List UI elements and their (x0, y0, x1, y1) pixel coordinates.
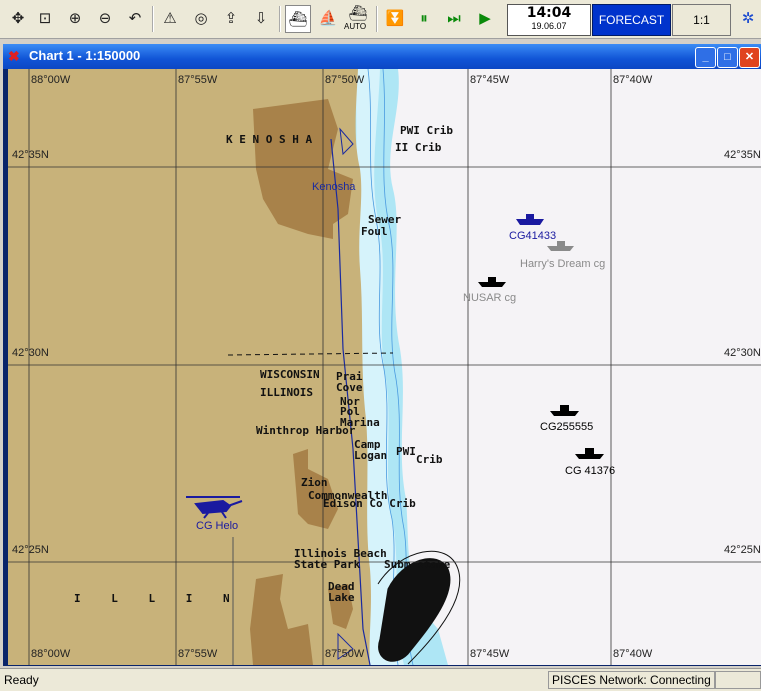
label-winthrop-harbor: Winthrop Harbor (256, 424, 356, 437)
forecast-button[interactable]: FORECAST (592, 4, 671, 36)
vessel-label: CG41433 (509, 230, 556, 242)
zoom-out-icon[interactable]: ⊖ (93, 5, 117, 31)
label-logan: Logan (354, 449, 387, 462)
nautical-chart[interactable]: 88°00W 88°00W 87°55W 87°55W 87°50W 87°50W 87°4… (8, 69, 761, 665)
close-button[interactable]: ✕ (739, 47, 760, 68)
label-wisconsin: WISCONSIN (260, 368, 320, 381)
status-ready: Ready (4, 673, 39, 687)
longitude-label-top: 87°45W (470, 74, 510, 86)
compass-icon[interactable]: ⚠ (158, 5, 182, 31)
main-toolbar: ✥ ⊡ ⊕ ⊖ ↶ ⚠ ◎ ⇪ ⇩ ⛴ ⛵ ⛴ AUTO ⏬ ⏸ ⏭ ▶ 14:… (0, 0, 761, 39)
longitude-label-top: 87°55W (178, 74, 218, 86)
label-subm-stake: Subm stake (384, 558, 451, 571)
clock-display[interactable]: 14:04 19.06.07 (507, 4, 591, 36)
label-zion: Zion (301, 476, 328, 489)
label-kenosha-port: Kenosha (312, 181, 356, 193)
label-pwi: PWI (396, 445, 416, 458)
latitude-label-left: 42°35N (12, 149, 49, 161)
pause-icon[interactable]: ⏸ (412, 5, 436, 31)
label-ii-crib: II Crib (395, 141, 442, 154)
label-cove: Cove (336, 381, 363, 394)
label-illin: I L L I N (74, 592, 242, 605)
label-lake: Lake (328, 591, 355, 604)
play-icon[interactable]: ▶ (473, 5, 497, 31)
auto-ship-icon[interactable]: ⛴ (346, 3, 370, 23)
status-bar: Ready PISCES Network: Connecting (0, 668, 761, 691)
longitude-label-bottom: 88°00W (31, 648, 71, 660)
longitude-label-top: 87°50W (325, 74, 365, 86)
zoom-in-icon[interactable]: ⊕ (63, 5, 87, 31)
drop-icon[interactable]: ⏬ (383, 5, 407, 31)
clock-date: 19.06.07 (531, 21, 567, 31)
longitude-label-top: 88°00W (31, 74, 71, 86)
clock-time: 14:04 (526, 5, 572, 21)
latitude-label-right: 42°25N (724, 544, 761, 556)
chart-window: ✖ Chart 1 - 1:150000 _ □ ✕ 88°00W 88°00W… (3, 44, 761, 666)
longitude-label-top: 87°40W (613, 74, 653, 86)
vessel-label: CG 41376 (565, 465, 615, 477)
window-titlebar[interactable]: ✖ Chart 1 - 1:150000 _ □ ✕ (3, 44, 761, 69)
label-pwi-crib: PWI Crib (400, 124, 453, 137)
move-icon[interactable]: ✥ (6, 5, 30, 31)
label-illinois: ILLINOIS (260, 386, 313, 399)
vessel-label: CG255555 (540, 421, 593, 433)
label-edison-co-crib: Edison Co Crib (323, 497, 416, 510)
chart-window-icon: ✖ (8, 48, 20, 64)
vessel-label: NUSAR cg (463, 292, 516, 304)
network-icon[interactable]: ✲ (736, 5, 760, 31)
undo-icon[interactable]: ↶ (123, 5, 147, 31)
label-kenosha: K E N O S H A (226, 133, 312, 146)
longitude-label-bottom: 87°45W (470, 648, 510, 660)
vessel-label: CG Helo (196, 520, 238, 532)
maximize-button[interactable]: □ (717, 47, 738, 68)
latitude-label-left: 42°25N (12, 544, 49, 556)
longitude-label-bottom: 87°55W (178, 648, 218, 660)
chart-canvas[interactable]: 88°00W 88°00W 87°55W 87°55W 87°50W 87°50W 87°4… (8, 69, 761, 665)
longitude-label-bottom: 87°50W (325, 648, 365, 660)
minimize-button[interactable]: _ (695, 47, 716, 68)
vessel-label: Harry's Dream cg (520, 258, 605, 270)
label-crib: Crib (416, 453, 443, 466)
network-status: PISCES Network: Connecting (548, 671, 715, 689)
latitude-label-left: 42°30N (12, 347, 49, 359)
auto-label: AUTO (344, 22, 367, 31)
import-icon[interactable]: ⇩ (249, 5, 273, 31)
longitude-label-bottom: 87°40W (613, 648, 653, 660)
scale-button[interactable]: 1:1 (672, 4, 731, 36)
fast-forward-icon[interactable]: ⏭ (442, 5, 466, 31)
window-title: Chart 1 - 1:150000 (29, 48, 141, 63)
status-pane (715, 671, 761, 689)
target-icon[interactable]: ◎ (189, 5, 213, 31)
ship-mode-icon[interactable]: ⛴ (285, 5, 311, 33)
latitude-label-right: 42°35N (724, 149, 761, 161)
ship-outline-icon[interactable]: ⛵ (316, 5, 340, 31)
select-zoom-icon[interactable]: ⊡ (33, 5, 57, 31)
label-foul: Foul (361, 225, 388, 238)
export-icon[interactable]: ⇪ (219, 5, 243, 31)
latitude-label-right: 42°30N (724, 347, 761, 359)
label-state-park: State Park (294, 558, 361, 571)
